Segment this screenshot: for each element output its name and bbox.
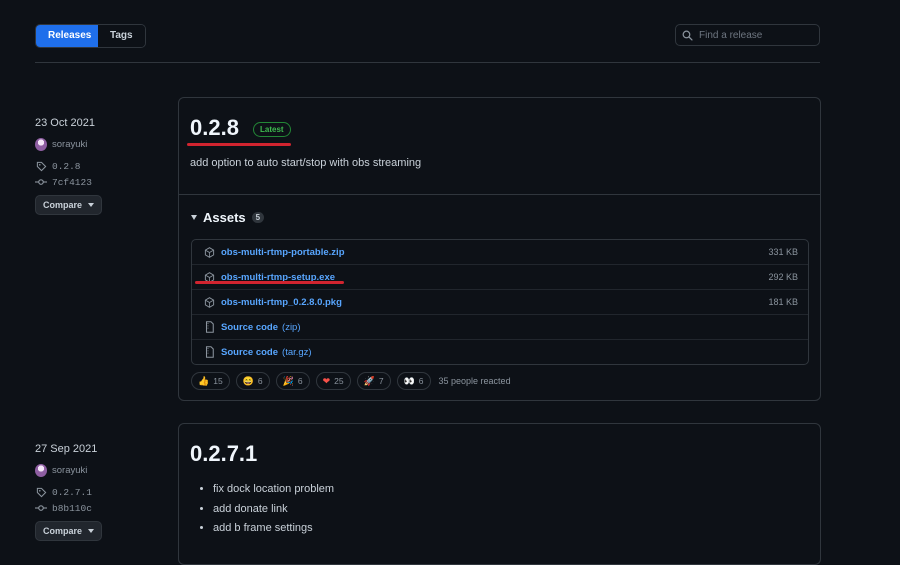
smile-icon: 😄 xyxy=(242,375,254,386)
release-date: 23 Oct 2021 xyxy=(35,117,95,129)
release-version[interactable]: 0.2.7.1 xyxy=(190,441,257,467)
release-commit[interactable]: 7cf4123 xyxy=(35,176,92,188)
releases-tab[interactable]: Releases xyxy=(36,25,98,47)
asset-row[interactable]: obs-multi-rtmp-portable.zip 331 KB xyxy=(192,240,808,264)
release-author[interactable]: sorayuki xyxy=(35,463,87,477)
reaction-count: 6 xyxy=(418,376,424,386)
reaction-count: 7 xyxy=(378,376,384,386)
release-commit[interactable]: b8b110c xyxy=(35,502,92,514)
avatar xyxy=(35,137,47,151)
rocket-icon: 🚀 xyxy=(363,375,375,386)
reactions-summary: 35 people reacted xyxy=(438,376,511,386)
commit-sha[interactable]: 7cf4123 xyxy=(52,177,92,188)
find-release-search[interactable] xyxy=(675,24,820,46)
release-notes: fix dock location problem add donate lin… xyxy=(191,480,334,539)
author-name[interactable]: sorayuki xyxy=(52,465,87,476)
author-name[interactable]: sorayuki xyxy=(52,139,87,150)
toolbar-divider xyxy=(35,62,820,63)
asset-row[interactable]: Source code (tar.gz) xyxy=(192,339,808,364)
search-icon xyxy=(682,30,693,41)
eyes-icon: 👀 xyxy=(403,375,415,386)
asset-row[interactable]: Source code (zip) xyxy=(192,314,808,339)
thumbs-up-icon: 👍 xyxy=(198,375,210,386)
asset-link[interactable]: Source code xyxy=(221,322,278,333)
heart-icon: ❤ xyxy=(322,375,331,386)
reaction-eyes[interactable]: 👀 6 xyxy=(396,372,431,390)
reaction-tada[interactable]: 🎉 6 xyxy=(275,372,310,390)
card-divider xyxy=(179,194,820,195)
tags-tab[interactable]: Tags xyxy=(98,25,145,47)
release-card: 0.2.7.1 fix dock location problem add do… xyxy=(178,423,821,565)
release-note: add b frame settings xyxy=(213,519,334,539)
tag-icon xyxy=(35,160,47,172)
commit-sha[interactable]: b8b110c xyxy=(52,503,92,514)
reaction-count: 6 xyxy=(257,376,263,386)
compare-label: Compare xyxy=(42,526,82,536)
file-zip-icon xyxy=(203,321,215,333)
assets-list: obs-multi-rtmp-portable.zip 331 KB obs-m… xyxy=(191,239,809,365)
asset-link[interactable]: obs-multi-rtmp_0.2.8.0.pkg xyxy=(221,297,342,308)
asset-row[interactable]: obs-multi-rtmp_0.2.8.0.pkg 181 KB xyxy=(192,289,808,314)
caret-down-icon xyxy=(88,529,94,533)
commit-icon xyxy=(35,502,47,514)
tag-name[interactable]: 0.2.8 xyxy=(52,161,81,172)
reactions-bar: 👍 15 😄 6 🎉 6 ❤ 25 🚀 7 👀 6 35 people reacted xyxy=(191,372,511,390)
annotation-underline xyxy=(187,143,291,146)
reaction-smile[interactable]: 😄 6 xyxy=(235,372,270,390)
annotation-underline xyxy=(195,281,344,284)
triangle-down-icon xyxy=(191,215,197,220)
file-zip-icon xyxy=(203,346,215,358)
tag-icon xyxy=(35,486,47,498)
asset-ext[interactable]: (zip) xyxy=(282,322,300,333)
asset-link[interactable]: Source code xyxy=(221,347,278,358)
release-tag[interactable]: 0.2.7.1 xyxy=(35,486,92,498)
releases-tags-switch: Releases Tags xyxy=(35,24,146,48)
reaction-rocket[interactable]: 🚀 7 xyxy=(356,372,391,390)
avatar xyxy=(35,463,47,477)
release-description: add option to auto start/stop with obs s… xyxy=(190,157,422,169)
release-note: add donate link xyxy=(213,500,334,520)
reaction-thumbs-up[interactable]: 👍 15 xyxy=(191,372,230,390)
assets-title: Assets xyxy=(203,210,246,225)
asset-size: 181 KB xyxy=(768,297,798,307)
reaction-count: 15 xyxy=(213,376,223,386)
package-icon xyxy=(203,246,215,258)
asset-size: 292 KB xyxy=(768,272,798,282)
latest-badge: Latest xyxy=(253,122,291,137)
reaction-heart[interactable]: ❤ 25 xyxy=(315,372,351,390)
tag-name[interactable]: 0.2.7.1 xyxy=(52,487,92,498)
asset-row[interactable]: obs-multi-rtmp-setup.exe 292 KB xyxy=(192,264,808,289)
package-icon xyxy=(203,296,215,308)
release-date: 27 Sep 2021 xyxy=(35,443,98,455)
asset-size: 331 KB xyxy=(768,247,798,257)
tada-icon: 🎉 xyxy=(282,375,294,386)
compare-button[interactable]: Compare xyxy=(35,521,102,541)
asset-link[interactable]: obs-multi-rtmp-portable.zip xyxy=(221,247,345,258)
reaction-count: 25 xyxy=(334,376,344,386)
commit-icon xyxy=(35,176,47,188)
caret-down-icon xyxy=(88,203,94,207)
assets-count: 5 xyxy=(251,212,265,223)
search-input[interactable] xyxy=(699,29,809,41)
release-card: 0.2.8 Latest add option to auto start/st… xyxy=(178,97,821,401)
release-author[interactable]: sorayuki xyxy=(35,137,87,151)
compare-label: Compare xyxy=(42,200,82,210)
compare-button[interactable]: Compare xyxy=(35,195,102,215)
asset-ext[interactable]: (tar.gz) xyxy=(282,347,312,358)
assets-toggle[interactable]: Assets 5 xyxy=(191,210,265,225)
release-note: fix dock location problem xyxy=(213,480,334,500)
reaction-count: 6 xyxy=(297,376,303,386)
release-tag[interactable]: 0.2.8 xyxy=(35,160,81,172)
release-version[interactable]: 0.2.8 xyxy=(190,115,239,141)
